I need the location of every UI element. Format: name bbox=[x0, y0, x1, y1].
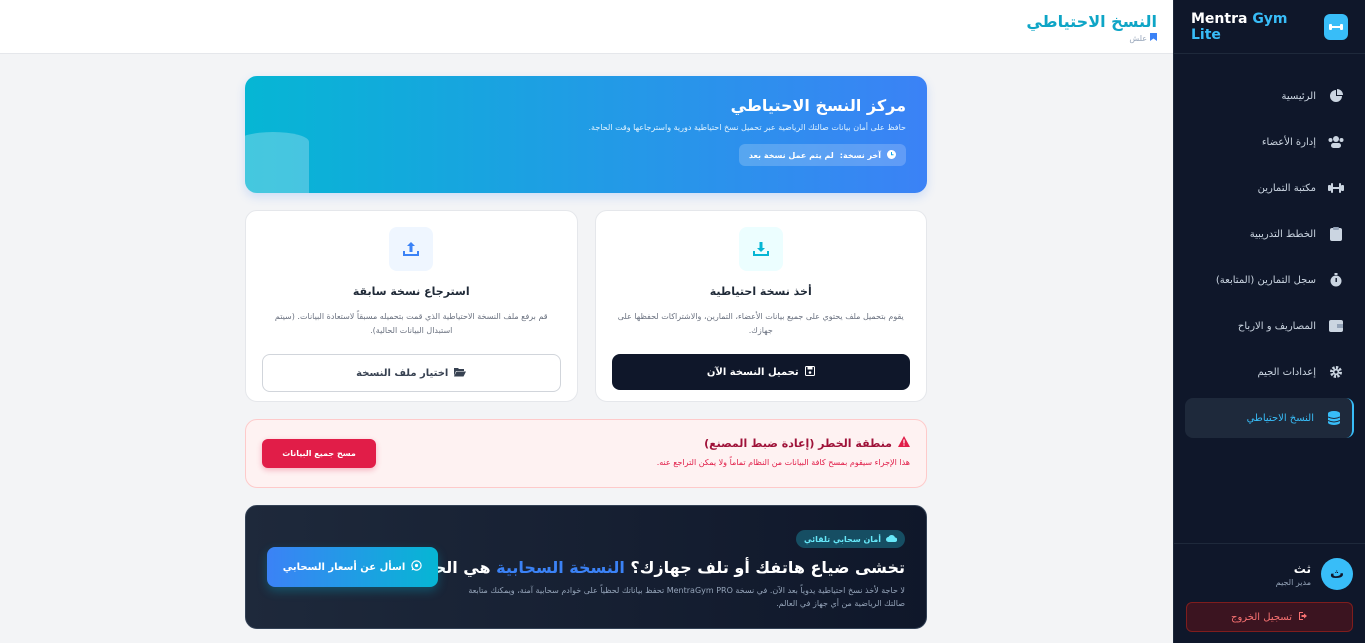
sidebar-item-home[interactable]: الرئيسية bbox=[1185, 76, 1354, 116]
breadcrumb-text: علش bbox=[1129, 33, 1147, 43]
database-icon bbox=[1326, 410, 1342, 426]
brand-name: Mentra Gym Lite bbox=[1191, 11, 1314, 43]
main-content: مركز النسخ الاحتياطي حافظ على أمان بيانا… bbox=[245, 76, 927, 629]
backup-card-description: يقوم بتحميل ملف يحتوي على جميع بيانات ال… bbox=[617, 312, 904, 335]
logout-label: تسجيل الخروج bbox=[1231, 611, 1293, 623]
sidebar-item-finance[interactable]: المصاريف و الارباح bbox=[1185, 306, 1354, 346]
clipboard-icon bbox=[1328, 226, 1344, 242]
last-backup-label: آخر نسخة: bbox=[839, 150, 881, 160]
sidebar-footer: ث ثث مدير الجيم تسجيل الخروج bbox=[1174, 543, 1365, 643]
logout-icon bbox=[1298, 611, 1308, 624]
download-backup-label: تحميل النسخة الآن bbox=[706, 366, 799, 378]
restore-card-title: استرجاع نسخة سابقة bbox=[352, 285, 470, 298]
cloud-badge-text: أمان سحابي تلقائي bbox=[804, 534, 881, 544]
database-decoration-icon bbox=[245, 132, 309, 193]
hero-description: حافظ على أمان بيانات صالتك الرياضية عبر … bbox=[588, 123, 906, 132]
wallet-icon bbox=[1328, 318, 1344, 334]
clock-icon bbox=[887, 149, 896, 161]
sidebar-item-log[interactable]: سجل التمارين (المتابعة) bbox=[1185, 260, 1354, 300]
dumbbell-icon bbox=[1328, 180, 1344, 196]
page-title: النسخ الاحتياطي bbox=[1026, 12, 1157, 31]
promo-title-highlight: النسخة السحابية bbox=[496, 558, 625, 577]
brand-name-main: Mentra bbox=[1191, 10, 1248, 27]
restore-card: استرجاع نسخة سابقة قم برفع ملف النسخة ال… bbox=[245, 210, 578, 402]
sidebar-item-label: النسخ الاحتياطي bbox=[1246, 412, 1314, 424]
backup-card: أخذ نسخة احتياطية يقوم بتحميل ملف يحتوي … bbox=[594, 210, 927, 402]
cloud-promo: أمان سحابي تلقائي تخشى ضياع هاتفك أو تلف… bbox=[245, 505, 927, 629]
backup-hero: مركز النسخ الاحتياطي حافظ على أمان بيانا… bbox=[245, 76, 927, 193]
danger-zone: منطقة الخطر (إعادة ضبط المصنع) هذا الإجر… bbox=[245, 419, 927, 488]
top-header: النسخ الاحتياطي علش bbox=[0, 0, 1173, 54]
promo-title-prefix: تخشى ضياع هاتفك أو تلف جهازك؟ bbox=[630, 558, 905, 577]
cloud-badge: أمان سحابي تلقائي bbox=[796, 530, 905, 548]
sidebar-item-label: إدارة الأعضاء bbox=[1261, 136, 1316, 148]
backup-actions: أخذ نسخة احتياطية يقوم بتحميل ملف يحتوي … bbox=[245, 210, 927, 402]
sidebar-item-label: الرئيسية bbox=[1281, 90, 1316, 102]
avatar: ث bbox=[1321, 558, 1353, 590]
user-name: ثث bbox=[1293, 561, 1311, 576]
user-profile: ث ثث مدير الجيم bbox=[1186, 558, 1353, 590]
promo-description: لا حاجة لأخذ نسخ احتياطية يدوياً بعد الآ… bbox=[468, 586, 905, 608]
upload-icon bbox=[389, 227, 434, 271]
sidebar-item-settings[interactable]: إعدادات الجيم bbox=[1185, 352, 1354, 392]
sidebar-item-label: مكتبة التمارين bbox=[1257, 182, 1316, 194]
restore-card-description: قم برفع ملف النسخة الاحتياطية الذي قمت ب… bbox=[274, 312, 548, 335]
bookmark-icon bbox=[1150, 33, 1157, 43]
hero-title: مركز النسخ الاحتياطي bbox=[730, 96, 906, 115]
breadcrumb: علش bbox=[0, 33, 1157, 43]
ask-cloud-pricing-label: اسأل عن أسعار السحابي bbox=[282, 561, 406, 573]
last-backup-value: لم يتم عمل نسخة بعد bbox=[748, 150, 834, 160]
sidebar-item-label: سجل التمارين (المتابعة) bbox=[1215, 274, 1316, 286]
sidebar-item-label: إعدادات الجيم bbox=[1257, 366, 1316, 378]
backup-card-title: أخذ نسخة احتياطية bbox=[709, 285, 812, 298]
sidebar: Mentra Gym Lite الرئيسية إدارة الأعضاء م… bbox=[1173, 0, 1365, 643]
cloud-icon bbox=[886, 534, 898, 544]
sidebar-item-label: المصاريف و الارباح bbox=[1237, 320, 1316, 332]
dumbbell-logo-icon bbox=[1323, 13, 1348, 40]
ask-cloud-pricing-button[interactable]: اسأل عن أسعار السحابي bbox=[267, 547, 438, 587]
sidebar-item-label: الخطط التدريبية bbox=[1249, 228, 1316, 240]
sidebar-nav: الرئيسية إدارة الأعضاء مكتبة التمارين ال… bbox=[1174, 54, 1365, 438]
save-icon bbox=[804, 365, 815, 379]
download-backup-button[interactable]: تحميل النسخة الآن bbox=[611, 354, 910, 390]
danger-zone-title-text: منطقة الخطر (إعادة ضبط المصنع) bbox=[704, 436, 892, 450]
whatsapp-icon bbox=[411, 560, 422, 574]
sidebar-item-plans[interactable]: الخطط التدريبية bbox=[1185, 214, 1354, 254]
choose-backup-file-label: اختيار ملف النسخة bbox=[356, 367, 449, 379]
sidebar-item-members[interactable]: إدارة الأعضاء bbox=[1185, 122, 1354, 162]
users-icon bbox=[1328, 134, 1344, 150]
choose-backup-file-button[interactable]: اختيار ملف النسخة bbox=[262, 354, 561, 392]
download-icon bbox=[738, 227, 783, 271]
gear-icon bbox=[1328, 364, 1344, 380]
sidebar-item-exercises[interactable]: مكتبة التمارين bbox=[1185, 168, 1354, 208]
reset-all-data-button[interactable]: مسح جميع البيانات bbox=[262, 439, 376, 468]
warning-icon bbox=[898, 436, 910, 450]
folder-open-icon bbox=[454, 367, 467, 380]
brand: Mentra Gym Lite bbox=[1174, 0, 1365, 54]
last-backup-status: آخر نسخة: لم يتم عمل نسخة بعد bbox=[738, 144, 906, 166]
sidebar-item-backup[interactable]: النسخ الاحتياطي bbox=[1185, 398, 1354, 438]
stopwatch-icon bbox=[1328, 272, 1344, 288]
user-role: مدير الجيم bbox=[1275, 577, 1311, 587]
logout-button[interactable]: تسجيل الخروج bbox=[1186, 602, 1353, 632]
pie-chart-icon bbox=[1328, 88, 1344, 104]
